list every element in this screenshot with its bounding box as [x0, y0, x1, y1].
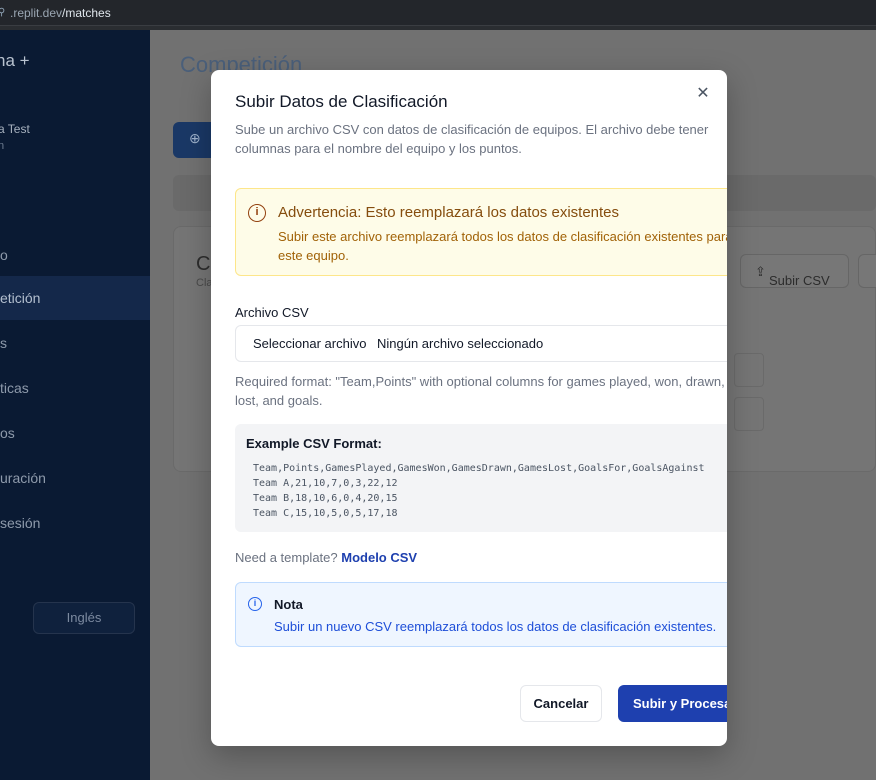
file-status: Ningún archivo seleccionado	[377, 336, 544, 351]
example-line: Team A,21,10,7,0,3,22,12	[253, 478, 398, 489]
info-icon: i	[248, 204, 266, 222]
sidebar-item-estadisticas[interactable]: ticas	[0, 366, 150, 410]
csv-file-input[interactable]: Seleccionar archivo Ningún archivo selec…	[235, 325, 727, 362]
plus-circle-icon: ⊕	[189, 130, 201, 146]
upload-csv-label: ⇪ Subir CSV	[755, 264, 830, 288]
example-line: Team,Points,GamesPlayed,GamesWon,GamesDr…	[253, 463, 705, 474]
sidebar-user-name: a Test	[0, 122, 30, 136]
modal-description: Sube un archivo CSV con datos de clasifi…	[235, 122, 709, 156]
lock-icon: ⚲	[0, 7, 6, 18]
cancel-button[interactable]: Cancelar	[520, 685, 602, 722]
template-text: Need a template?	[235, 550, 338, 565]
sidebar: na + a Test n o etición s ticas os uraci…	[0, 30, 150, 780]
template-line: Need a template? Modelo CSV	[235, 550, 417, 565]
sidebar-item-cerrar-sesion[interactable]: sesión	[0, 501, 150, 545]
upload-standings-modal: Subir Datos de Clasificación ✕ Sube un a…	[211, 70, 727, 746]
example-csv-code: Team,Points,GamesPlayed,GamesWon,GamesDr…	[253, 461, 705, 521]
note-title: Nota	[274, 597, 303, 612]
card-title: C	[196, 253, 211, 275]
sidebar-item-5[interactable]: os	[0, 411, 150, 455]
close-icon[interactable]: ✕	[693, 83, 713, 103]
info-icon: i	[248, 597, 262, 611]
format-hint: Required format: "Team,Points" with opti…	[235, 374, 725, 408]
example-line: Team B,18,10,6,0,4,20,15	[253, 493, 398, 504]
template-link[interactable]: Modelo CSV	[341, 550, 417, 565]
sidebar-brand[interactable]: na +	[0, 51, 30, 71]
submit-process-button[interactable]: Subir y Procesar	[618, 685, 727, 722]
sidebar-item-configuracion[interactable]: uración	[0, 456, 150, 500]
bg-row-control	[734, 353, 764, 387]
browser-url-bar[interactable]: ⚲ .replit.dev/matches	[0, 0, 876, 26]
example-line: Team C,15,10,5,0,5,17,18	[253, 508, 398, 519]
sidebar-item-1[interactable]: o	[0, 233, 150, 277]
url-text[interactable]: .replit.dev/matches	[10, 6, 111, 20]
file-label: Archivo CSV	[235, 305, 309, 320]
warning-text: Subir este archivo reemplazará todos los…	[278, 229, 727, 263]
more-button[interactable]	[858, 254, 876, 288]
note-text: Subir un nuevo CSV reemplazará todos los…	[274, 619, 717, 634]
bg-row-control	[734, 397, 764, 431]
note-alert: i Nota Subir un nuevo CSV reemplazará to…	[235, 582, 727, 647]
warning-alert: i Advertencia: Esto reemplazará los dato…	[235, 188, 727, 276]
sidebar-item-competicion[interactable]: etición	[0, 276, 150, 320]
warning-title: Advertencia: Esto reemplazará los datos …	[278, 204, 620, 221]
example-title: Example CSV Format:	[246, 436, 382, 451]
upload-csv-button[interactable]: ⇪ Subir CSV	[740, 254, 849, 288]
modal-title: Subir Datos de Clasificación	[235, 92, 448, 111]
sidebar-item-3[interactable]: s	[0, 321, 150, 365]
language-button[interactable]: Inglés	[33, 602, 135, 634]
example-csv-box: Example CSV Format: Team,Points,GamesPla…	[235, 424, 727, 532]
choose-file-button[interactable]: Seleccionar archivo	[253, 336, 366, 351]
sidebar-user-sub: n	[0, 140, 5, 152]
